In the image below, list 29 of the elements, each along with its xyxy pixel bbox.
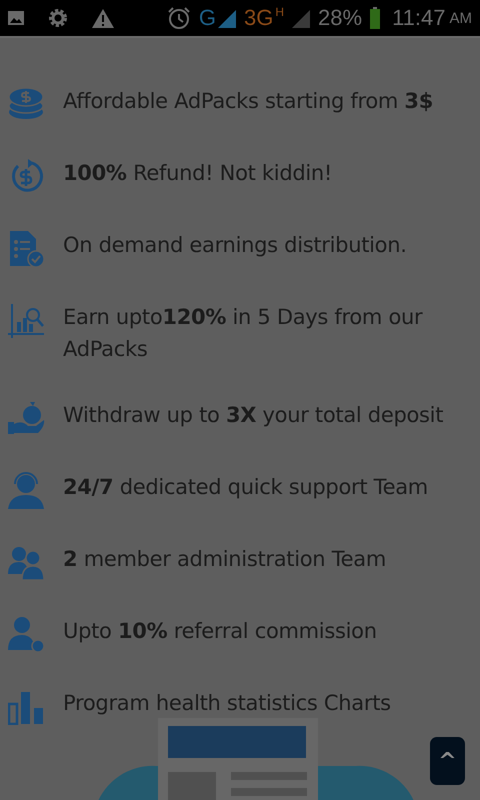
scroll-top-button[interactable]: ^ xyxy=(430,737,465,785)
chart-magnifier-icon xyxy=(8,302,45,339)
network-label: H xyxy=(275,4,284,21)
battery-icon xyxy=(370,7,380,29)
warning-icon xyxy=(92,8,114,28)
signal-icon xyxy=(292,8,310,28)
signal-icon xyxy=(218,8,236,28)
feature-text: Withdraw up to 3X your total deposit xyxy=(63,402,444,429)
feature-text: 100% Refund! Not kiddin! xyxy=(63,160,332,187)
feature-text: Earn upto120% in 5 Days from our AdPacks xyxy=(63,304,424,363)
clock-time: 11:47 xyxy=(392,7,446,29)
image-icon xyxy=(8,11,24,25)
network-type: G xyxy=(198,7,216,29)
people-icon xyxy=(8,544,45,581)
alarm-icon xyxy=(166,6,191,30)
feature-text: Program health statistics Charts xyxy=(63,690,391,717)
gear-icon xyxy=(48,8,68,28)
person-dollar-icon xyxy=(8,616,45,653)
feature-text: 2 member administration Team xyxy=(63,546,386,573)
clock-period: AM xyxy=(450,8,472,28)
feature-text: Affordable AdPacks starting from 3$ xyxy=(63,88,434,115)
checklist-icon xyxy=(8,230,45,267)
feature-text: 24/7 dedicated quick support Team xyxy=(63,474,428,501)
money-bag-hand-icon xyxy=(8,400,45,437)
network-type: 3G xyxy=(244,7,274,29)
battery-level: 28% xyxy=(318,7,362,29)
feature-text: Upto 10% referral commission xyxy=(63,618,377,645)
feature-text: On demand earnings distribution. xyxy=(63,232,407,259)
headset-person-icon xyxy=(8,472,45,509)
